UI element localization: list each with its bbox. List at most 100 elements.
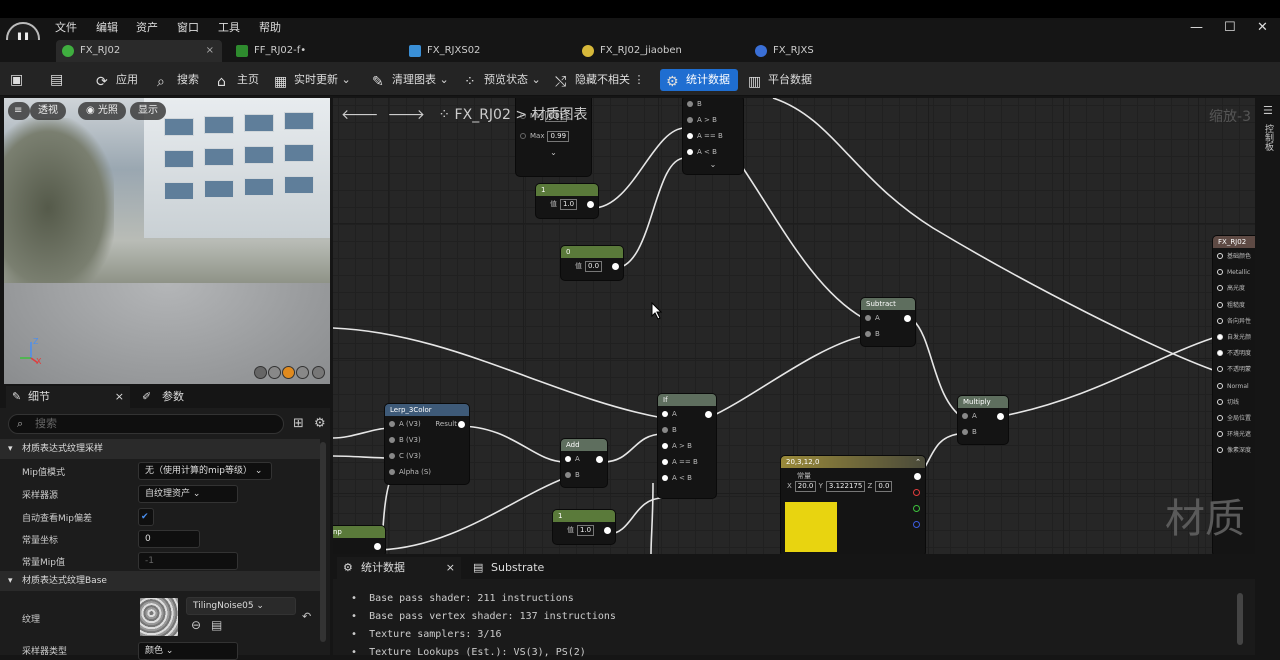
- gear-icon[interactable]: ⚙: [314, 416, 326, 431]
- clamp-max-field[interactable]: 0.99: [547, 131, 570, 142]
- texture-thumbnail[interactable]: [140, 598, 178, 636]
- subtract-node[interactable]: Subtract A B: [861, 298, 915, 346]
- const-one-value-field[interactable]: 1.0: [577, 525, 595, 536]
- maximize-button[interactable]: ☐: [1224, 20, 1236, 35]
- platform-stats-button[interactable]: ▥ 平台数据: [748, 69, 812, 91]
- breadcrumb-page[interactable]: 材质图表: [532, 107, 588, 123]
- preview-viewport[interactable]: ≡ 透视 ◉ 光照 显示 Z X: [4, 98, 330, 384]
- tab-fx-rjxs02[interactable]: FX_RJXS02: [403, 40, 563, 62]
- plane-mesh-icon[interactable]: [282, 366, 295, 379]
- menu-asset[interactable]: 资产: [136, 19, 158, 35]
- sphere-mesh-icon[interactable]: [268, 366, 281, 379]
- live-update-dropdown[interactable]: ▦ 实时更新 ⌄: [274, 69, 351, 91]
- menu-tools[interactable]: 工具: [218, 19, 240, 35]
- menu-window[interactable]: 窗口: [177, 19, 199, 35]
- menu-edit[interactable]: 编辑: [96, 19, 118, 35]
- back-arrow-icon[interactable]: 🡐: [341, 107, 379, 123]
- result-pin[interactable]: 高光度: [1213, 280, 1255, 296]
- stats-tabs: ⚙ 统计数据 × ▤ Substrate: [333, 557, 1255, 579]
- forward-arrow-icon[interactable]: 🡒: [387, 107, 425, 123]
- stats-scrollbar[interactable]: [1237, 593, 1243, 645]
- tab-substrate[interactable]: ▤ Substrate: [467, 557, 544, 579]
- apply-button[interactable]: ⟳ 应用: [96, 69, 138, 91]
- result-pin[interactable]: 粗糙度: [1213, 297, 1255, 313]
- result-pin[interactable]: Normal: [1213, 378, 1255, 394]
- vec-z-field[interactable]: 0.0: [875, 481, 893, 492]
- material-graph[interactable]: 🡐 🡒 ⁘ FX_RJ02 > 材质图表 缩放-3 材质 Min 0.01 Max…: [333, 98, 1255, 554]
- vec-x-field[interactable]: 20.0: [794, 481, 817, 492]
- tab-fx-rjxs[interactable]: FX_RJXS: [749, 40, 909, 62]
- browse-asset-icon[interactable]: ▤: [211, 618, 222, 632]
- result-pin[interactable]: 不透明蒙: [1213, 361, 1255, 377]
- lit-button[interactable]: ◉ 光照: [78, 102, 126, 120]
- tab-fx-rj02[interactable]: FX_RJ02 ×: [56, 40, 222, 62]
- browse-button[interactable]: ▤: [50, 69, 63, 91]
- tab-stats[interactable]: ⚙ 统计数据 ×: [337, 557, 461, 579]
- show-button[interactable]: 显示: [130, 102, 166, 120]
- constant-node-one[interactable]: 1 值 1.0: [553, 510, 615, 544]
- result-pin[interactable]: 不透明度: [1213, 345, 1255, 361]
- home-button[interactable]: ⌂ 主页: [217, 69, 259, 91]
- tab-fx-rj02-jiaoben[interactable]: FX_RJ02_jiaoben: [576, 40, 736, 62]
- vector-constant-node[interactable]: 20,3,12,0 ⌃ 常量 X 20.0 Y 3.122175 Z 0.0: [781, 456, 925, 554]
- result-pin[interactable]: Metallic: [1213, 264, 1255, 280]
- result-pin[interactable]: 切线: [1213, 394, 1255, 410]
- const0-value-field[interactable]: 0.0: [585, 261, 603, 272]
- grid-view-icon[interactable]: ⊞: [293, 416, 304, 431]
- viewport-menu-button[interactable]: ≡: [8, 102, 31, 120]
- preview-state-dropdown[interactable]: ⁘ 预览状态 ⌄: [464, 69, 541, 91]
- result-pin[interactable]: 各向异性: [1213, 313, 1255, 329]
- auto-mip-checkbox[interactable]: ✔: [138, 508, 154, 526]
- search-button[interactable]: ⌕ 搜索: [157, 69, 199, 91]
- list-icon[interactable]: ☰: [1263, 104, 1273, 117]
- constant-node-1[interactable]: 1 值 1.0: [536, 184, 598, 218]
- result-pin[interactable]: 环境光遮: [1213, 426, 1255, 442]
- tab-ff-rj02[interactable]: FF_RJ02-f•: [230, 40, 390, 62]
- result-pin[interactable]: 全局位置: [1213, 410, 1255, 426]
- tab-params[interactable]: ✐ 参数: [140, 386, 184, 408]
- hide-unrelated-button[interactable]: ⤭ 隐藏不相关 ⋮: [555, 69, 645, 91]
- close-window-button[interactable]: ✕: [1257, 20, 1268, 35]
- result-pin[interactable]: 基础颜色: [1213, 248, 1255, 264]
- const-mip-input[interactable]: -1: [138, 552, 238, 570]
- lerp-3color-node[interactable]: Lerp_3Color A (V3) Result B (V3) C (V3) A…: [385, 404, 469, 484]
- cylinder-mesh-icon[interactable]: [254, 366, 267, 379]
- multiply-node[interactable]: Multiply A B: [958, 396, 1008, 444]
- use-asset-icon[interactable]: ⊖: [191, 618, 201, 632]
- perspective-button[interactable]: 透视: [30, 102, 66, 120]
- result-pin[interactable]: 像素深度: [1213, 442, 1255, 458]
- palette-tab[interactable]: 控制板: [1262, 124, 1275, 151]
- close-icon[interactable]: ×: [115, 386, 124, 408]
- minimize-button[interactable]: —: [1190, 20, 1203, 35]
- custom-mesh-icon[interactable]: [312, 366, 325, 379]
- if-node-middle[interactable]: If A B A > B A == B A < B: [658, 394, 716, 498]
- menu-file[interactable]: 文件: [55, 19, 77, 35]
- close-icon[interactable]: ×: [206, 40, 214, 62]
- save-button[interactable]: ▣: [10, 69, 23, 91]
- details-search-input[interactable]: ⌕ 搜索: [8, 414, 284, 434]
- sampler-source-dropdown[interactable]: 自纹理资产 ⌄: [138, 485, 238, 503]
- constant-node-0[interactable]: 0 值 0.0: [561, 246, 623, 280]
- clean-graph-dropdown[interactable]: ✎ 清理图表 ⌄: [372, 69, 449, 91]
- const1-value-field[interactable]: 1.0: [560, 199, 578, 210]
- lit-label: 光照: [97, 105, 118, 116]
- section-texture-base[interactable]: ▾ 材质表达式纹理Base: [0, 571, 320, 591]
- texture-dropdown[interactable]: TilingNoise05 ⌄: [186, 597, 296, 615]
- const-coord-input[interactable]: 0: [138, 530, 200, 548]
- partial-node-left[interactable]: np: [333, 526, 385, 554]
- reset-icon[interactable]: ↶: [302, 610, 311, 623]
- result-pin[interactable]: 自发光颜: [1213, 329, 1255, 345]
- close-icon[interactable]: ×: [446, 557, 455, 579]
- sampler-type-dropdown[interactable]: 颜色 ⌄: [138, 642, 238, 660]
- tab-details[interactable]: ✎ 细节 ×: [6, 386, 130, 408]
- add-node[interactable]: Add A B: [561, 439, 607, 487]
- details-scrollbar[interactable]: [320, 442, 326, 642]
- section-texture-sample[interactable]: ▾ 材质表达式纹理采样: [0, 439, 320, 459]
- stats-button[interactable]: ⚙ 统计数据: [660, 69, 738, 91]
- menu-help[interactable]: 帮助: [259, 19, 281, 35]
- if-node-top[interactable]: B A > B A == B A < B ⌄: [683, 98, 743, 174]
- breadcrumb-asset[interactable]: FX_RJ02: [455, 107, 511, 123]
- vec-y-field[interactable]: 3.122175: [825, 481, 866, 492]
- mip-mode-dropdown[interactable]: 无（使用计算的mip等级） ⌄: [138, 462, 272, 480]
- cube-mesh-icon[interactable]: [296, 366, 309, 379]
